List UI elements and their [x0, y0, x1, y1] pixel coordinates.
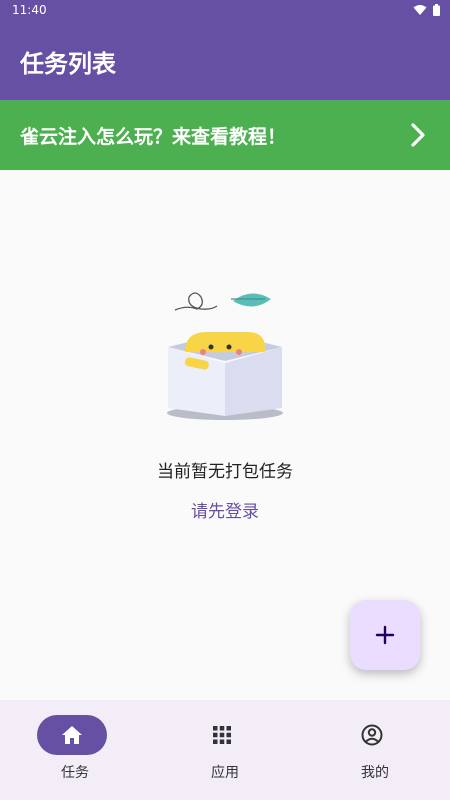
- wifi-icon: [413, 5, 427, 15]
- nav-item-tasks[interactable]: 任务: [0, 700, 150, 800]
- status-bar: 11:40: [0, 0, 450, 22]
- chevron-right-icon: [411, 123, 425, 147]
- login-link[interactable]: 请先登录: [0, 497, 450, 522]
- status-icons: [413, 4, 440, 16]
- plus-icon: [375, 625, 395, 645]
- empty-box-illustration: [167, 292, 283, 420]
- tutorial-banner[interactable]: 雀云注入怎么玩？来查看教程！: [0, 100, 450, 170]
- nav-label-tasks: 任务: [61, 765, 89, 781]
- empty-state-message: 当前暂无打包任务: [157, 462, 293, 482]
- bottom-navigation: 任务 应用 我的: [0, 700, 450, 800]
- battery-icon: [433, 4, 440, 16]
- nav-icon-container: [187, 715, 257, 755]
- app-bar: 任务列表: [0, 22, 450, 100]
- nav-item-apps[interactable]: 应用: [150, 700, 300, 800]
- nav-icon-container: [337, 715, 407, 755]
- page-title: 任务列表: [20, 50, 116, 78]
- status-time: 11:40: [12, 3, 47, 17]
- nav-label-apps: 应用: [211, 765, 239, 781]
- nav-active-indicator: [37, 715, 107, 755]
- nav-label-profile: 我的: [361, 765, 389, 781]
- home-icon: [62, 726, 82, 744]
- account-icon: [361, 724, 383, 746]
- nav-item-profile[interactable]: 我的: [300, 700, 450, 800]
- banner-text: 雀云注入怎么玩？来查看教程！: [20, 126, 287, 148]
- add-task-button[interactable]: [350, 600, 420, 670]
- apps-grid-icon: [213, 726, 231, 744]
